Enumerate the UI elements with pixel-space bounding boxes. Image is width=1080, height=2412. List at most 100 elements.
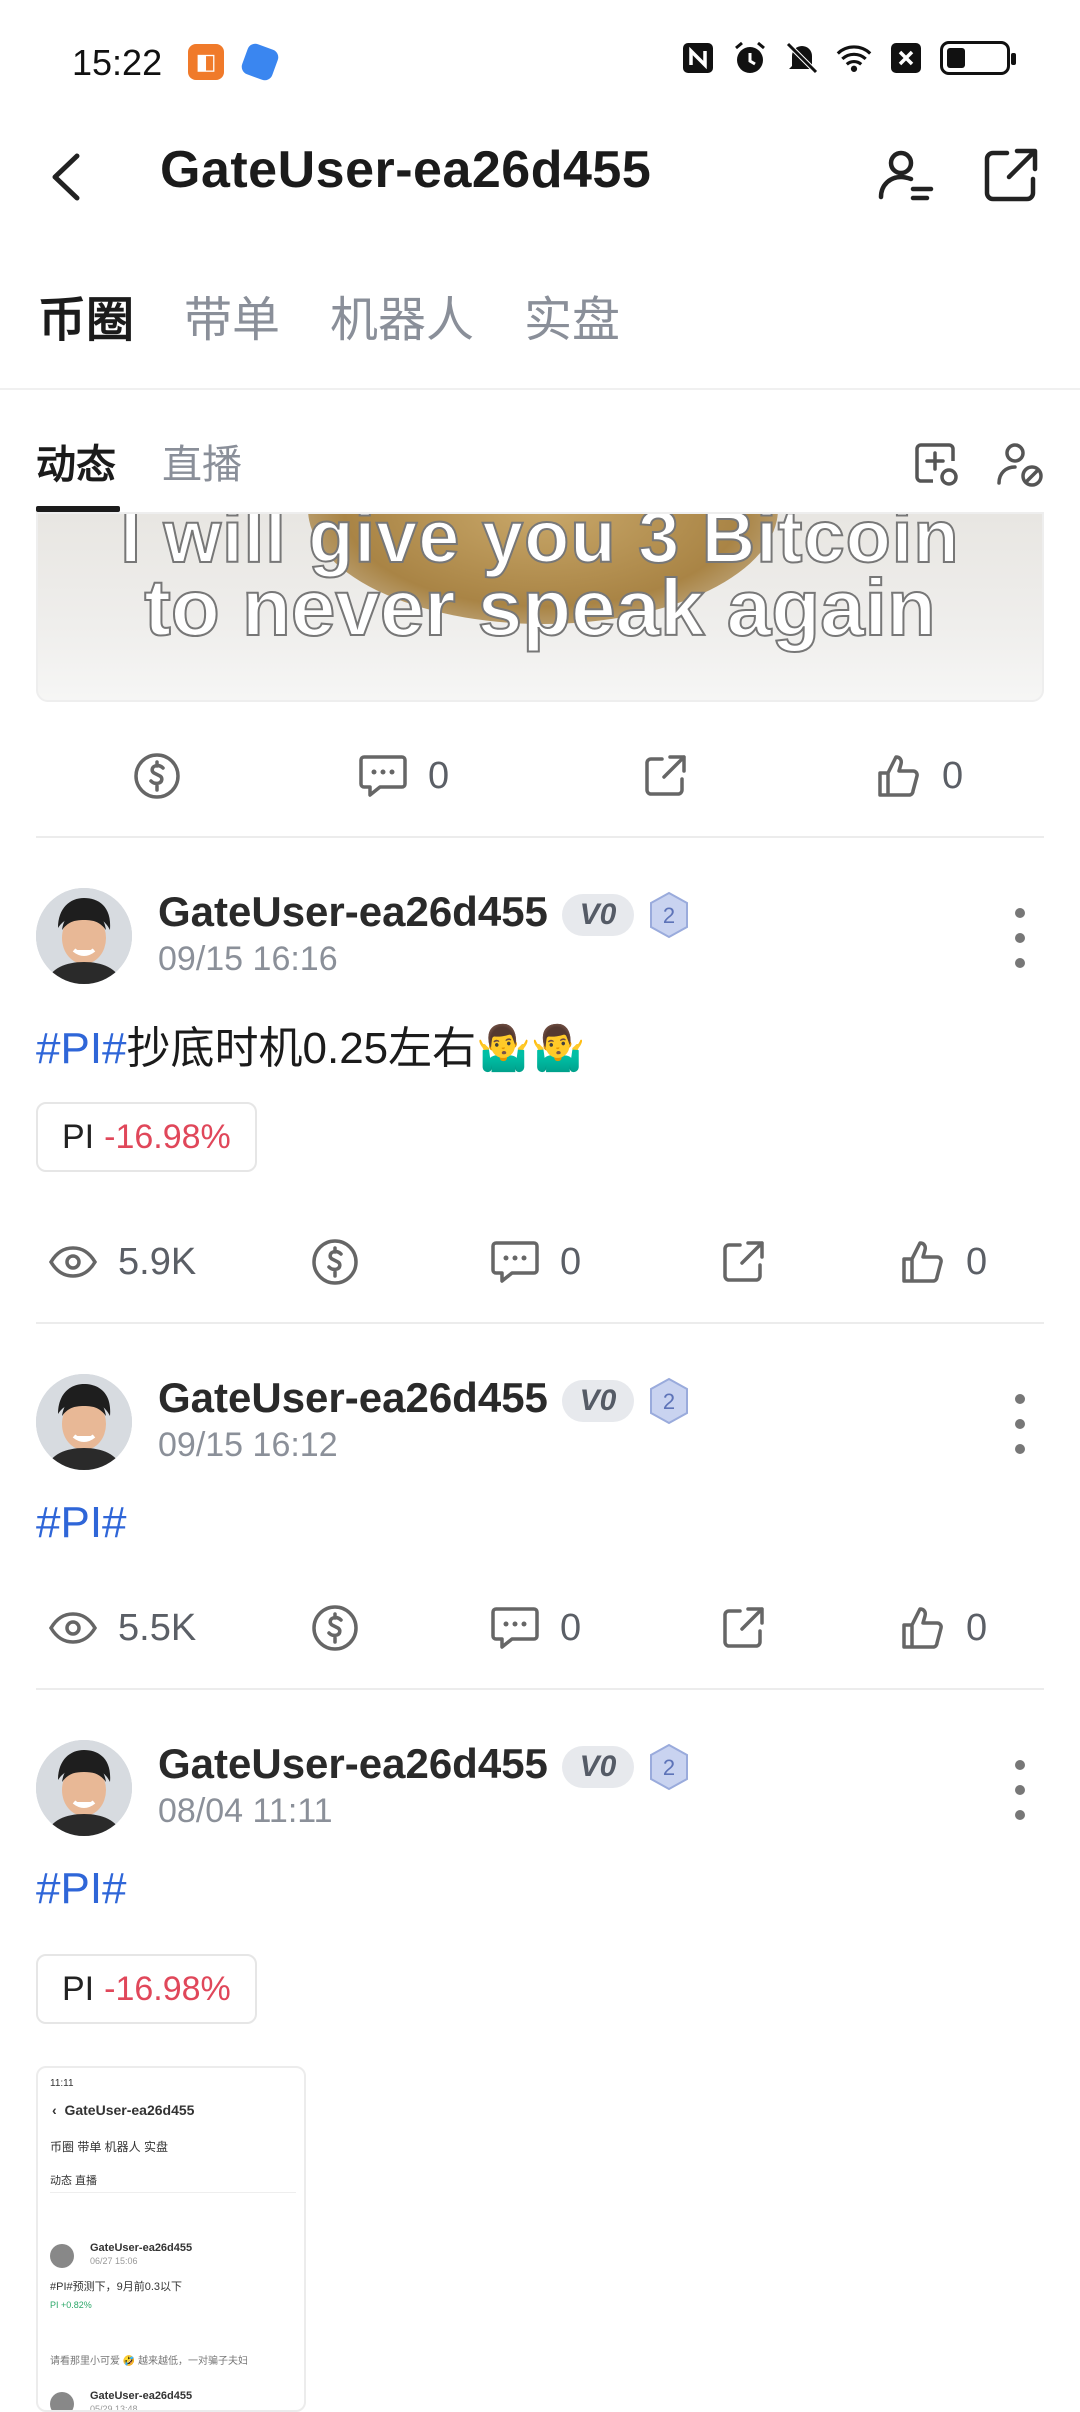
level-badge: 2 <box>646 1376 692 1426</box>
thumb-post-time: 06/27 15:06 <box>90 2256 138 2266</box>
vip-badge: V0 <box>562 894 634 936</box>
tab-live-trading[interactable]: 实盘 <box>524 280 620 350</box>
share-icon <box>723 1607 764 1648</box>
thumb-post-author: GateUser-ea26d455 <box>90 2242 193 2254</box>
x-notification-icon <box>888 40 924 76</box>
battery-icon <box>940 41 1016 75</box>
thumbs-up-icon <box>902 1607 943 1649</box>
comment-button[interactable]: 0 <box>490 1222 581 1302</box>
level-number: 2 <box>663 1389 675 1414</box>
thumb-post2-time: 05/29 13:48 <box>90 2404 138 2412</box>
post-actions: 0 0 <box>36 736 1044 816</box>
post-time: 09/15 16:12 <box>158 1426 338 1464</box>
tab-feed[interactable]: 动态 <box>36 432 120 512</box>
thumb-post-text: #PI#预测下，9月前0.3以下 <box>50 2281 183 2293</box>
follow-user-button[interactable] <box>872 142 938 208</box>
thumb-title: ‹ GateUser-ea26d455 <box>52 2102 195 2118</box>
back-button[interactable] <box>36 142 96 212</box>
coin-name: PI <box>62 1969 95 2008</box>
comment-count: 0 <box>560 1606 582 1649</box>
post-text: #PI#抄底时机0.25左右🤷‍♂️🤷‍♂️ <box>36 1012 586 1076</box>
share-icon <box>645 755 686 796</box>
share-post-button[interactable] <box>720 1588 766 1668</box>
tab-live[interactable]: 直播 <box>162 432 242 512</box>
comment-button[interactable]: 0 <box>358 736 449 816</box>
post-time: 08/04 11:11 <box>158 1792 333 1830</box>
post-body: 抄底时机0.25左右🤷‍♂️🤷‍♂️ <box>126 1024 586 1073</box>
share-button[interactable] <box>978 142 1044 208</box>
tab-copy-trading[interactable]: 带单 <box>184 280 280 350</box>
thumb-title-text: GateUser-ea26d455 <box>64 2102 195 2118</box>
thumb-tabs: 币圈 带单 机器人 实盘 <box>50 2140 169 2154</box>
tip-coin-icon <box>312 1239 358 1285</box>
more-options-button[interactable] <box>1010 908 1030 968</box>
mute-icon <box>784 40 820 76</box>
like-button[interactable]: 0 <box>898 1222 987 1302</box>
coin-chip[interactable]: PI -16.98% <box>36 1102 257 1172</box>
thumbs-up-icon <box>878 755 919 797</box>
coin-chip[interactable]: PI -16.98% <box>36 1954 257 2024</box>
post-text: #PI# <box>36 1498 127 1548</box>
post-card: GateUser-ea26d455 V0 2 08/04 11:11 #PI# … <box>36 1740 1044 2060</box>
views-value: 5.5K <box>118 1606 197 1649</box>
post-image-thumbnail[interactable]: 11:11 ‹ GateUser-ea26d455 币圈 带单 机器人 实盘 动… <box>36 2066 306 2412</box>
coin-change: -16.98% <box>104 1969 231 2008</box>
post-text: #PI# <box>36 1864 127 1914</box>
create-post-button[interactable] <box>908 436 964 492</box>
comment-count: 0 <box>560 1240 582 1283</box>
author-name[interactable]: GateUser-ea26d455 <box>158 1740 548 1788</box>
back-arrow-icon <box>52 153 80 201</box>
user-follow-icon <box>878 150 934 201</box>
share-post-button[interactable] <box>642 736 688 816</box>
thumb-chip: PI +0.82% <box>50 2300 92 2310</box>
tip-button[interactable] <box>132 736 182 816</box>
hashtag-link[interactable]: #PI# <box>36 1864 127 1913</box>
user-settings-button[interactable] <box>992 436 1048 492</box>
tab-coin-circle[interactable]: 币圈 <box>38 280 134 350</box>
post-separator <box>36 1322 1044 1324</box>
more-options-button[interactable] <box>1010 1760 1030 1820</box>
wifi-icon <box>836 40 872 76</box>
post-actions: 5.5K 0 0 <box>36 1588 1044 1668</box>
add-post-icon <box>915 443 958 486</box>
share-icon <box>984 148 1038 202</box>
app-notification-icon-2 <box>239 41 281 83</box>
level-badge: 2 <box>646 1742 692 1792</box>
comment-count: 0 <box>428 754 450 797</box>
vip-badge: V0 <box>562 1746 634 1788</box>
comment-icon <box>491 1241 539 1283</box>
like-button[interactable]: 0 <box>874 736 963 816</box>
post-image[interactable]: I will give you 3 Bitcoin to never speak… <box>36 512 1044 702</box>
post-actions: 5.9K 0 0 <box>36 1222 1044 1302</box>
avatar[interactable] <box>36 1740 132 1836</box>
eye-icon <box>48 1246 98 1278</box>
thumb-status-time: 11:11 <box>50 2078 74 2089</box>
status-time: 15:22 <box>72 42 163 83</box>
comment-button[interactable]: 0 <box>490 1588 581 1668</box>
author-name[interactable]: GateUser-ea26d455 <box>158 888 548 936</box>
view-count: 5.5K <box>48 1588 196 1668</box>
share-post-button[interactable] <box>720 1222 766 1302</box>
avatar-photo <box>36 1374 132 1470</box>
thumb-post2-author: GateUser-ea26d455 <box>90 2390 193 2402</box>
level-badge: 2 <box>646 890 692 940</box>
avatar[interactable] <box>36 1374 132 1470</box>
level-number: 2 <box>663 1755 675 1780</box>
thumbs-up-icon <box>902 1241 943 1283</box>
post-separator <box>36 836 1044 838</box>
more-options-button[interactable] <box>1010 1394 1030 1454</box>
tip-button[interactable] <box>310 1222 360 1302</box>
thumb-comment: 请看那里小可爱 🤣 越来越低，一对骗子夫妇 <box>50 2356 249 2367</box>
tip-button[interactable] <box>310 1588 360 1668</box>
avatar[interactable] <box>36 888 132 984</box>
like-button[interactable]: 0 <box>898 1588 987 1668</box>
author-name[interactable]: GateUser-ea26d455 <box>158 1374 548 1422</box>
tip-coin-icon <box>134 753 180 799</box>
hashtag-link[interactable]: #PI# <box>36 1498 127 1547</box>
hashtag-link[interactable]: #PI# <box>36 1024 127 1073</box>
user-edit-icon <box>997 443 1043 487</box>
thumb-avatar <box>50 2244 74 2268</box>
tabs-divider <box>0 388 1080 390</box>
alarm-icon <box>732 40 768 76</box>
tab-bots[interactable]: 机器人 <box>330 280 474 350</box>
